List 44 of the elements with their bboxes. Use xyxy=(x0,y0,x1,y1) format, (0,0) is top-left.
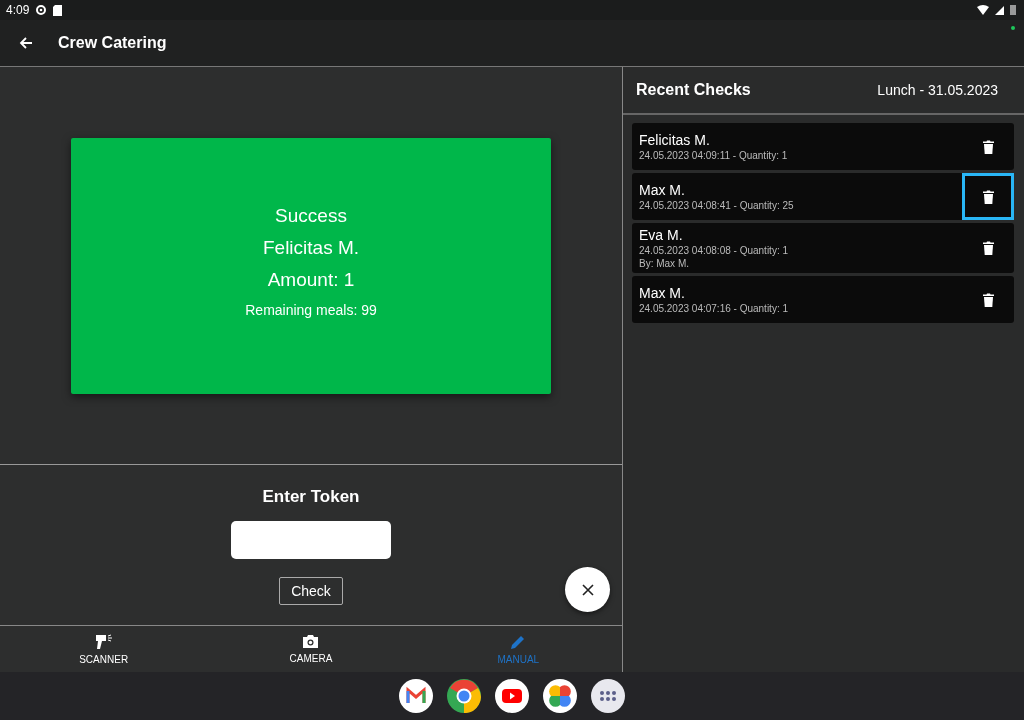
check-details: 24.05.2023 04:08:08 - Quantity: 1 xyxy=(639,245,789,256)
pinwheel-icon[interactable] xyxy=(543,679,577,713)
pencil-icon xyxy=(510,633,527,650)
result-amount: Amount: 1 xyxy=(267,268,355,291)
close-button[interactable] xyxy=(565,567,610,612)
trash-icon xyxy=(982,139,994,154)
browser-icon[interactable] xyxy=(447,679,481,713)
check-button[interactable]: Check xyxy=(279,577,343,605)
privacy-indicator-dot xyxy=(1011,26,1015,30)
nav-tab[interactable]: SCANNER xyxy=(0,626,208,672)
trash-icon xyxy=(982,241,994,255)
close-icon xyxy=(581,583,594,596)
enter-token-label: Enter Token xyxy=(262,487,360,507)
back-arrow-icon xyxy=(19,36,33,50)
person-name: Felicitas M. xyxy=(639,132,711,148)
check-details: 24.05.2023 04:07:16 - Quantity: 1 xyxy=(639,303,789,314)
app-title: Crew Catering xyxy=(58,34,167,52)
meal-date: Lunch - 31.05.2023 xyxy=(877,82,998,98)
remaining-meals: Remaining meals: 99 xyxy=(245,302,377,318)
wifi-icon xyxy=(977,5,989,15)
status-time: 4:09 xyxy=(6,3,30,17)
person-name: Max M. xyxy=(639,182,686,198)
token-input-field[interactable] xyxy=(231,521,391,559)
app-grid-icon[interactable] xyxy=(591,679,625,713)
check-details: 24.05.2023 04:09:11 - Quantity: 1 xyxy=(639,150,789,161)
battery-icon xyxy=(1010,5,1016,15)
trash-icon xyxy=(982,292,994,307)
check-details: 24.05.2023 04:08:41 - Quantity: 25 xyxy=(639,200,795,211)
person-name: Eva M. xyxy=(639,227,684,243)
sd-card-icon xyxy=(53,4,63,16)
checked-by: By: Max M. xyxy=(639,258,690,269)
nav-tab[interactable]: CAMERA xyxy=(207,626,415,672)
result-status: Success xyxy=(275,204,347,227)
trash-icon xyxy=(982,189,994,204)
result-name: Felicitas M. xyxy=(262,236,360,259)
mail-icon[interactable] xyxy=(399,679,433,713)
delete-button[interactable] xyxy=(962,173,1014,220)
person-name: Max M. xyxy=(639,285,686,301)
play-icon[interactable] xyxy=(495,679,529,713)
camera-icon xyxy=(302,634,320,649)
gear-icon xyxy=(35,4,48,16)
recent-checks-title: Recent Checks xyxy=(636,81,751,99)
scanner-icon xyxy=(94,633,113,650)
signal-icon xyxy=(995,5,1004,15)
